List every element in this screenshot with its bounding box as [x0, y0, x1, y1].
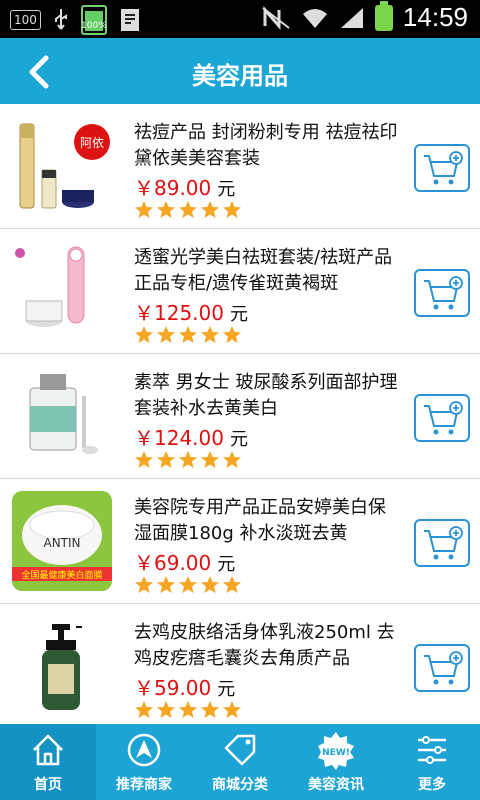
usb-icon	[54, 9, 67, 30]
product-thumbnail: 阿依	[19, 123, 110, 209]
star-icon	[201, 576, 219, 593]
bottom-tab-bar: 首页 推荐商家 商城分类 NEW! 美容资讯 更多	[0, 724, 480, 800]
star-icon	[223, 701, 241, 718]
product-row[interactable]: ANTIN 全国最健康美白面膜 美容院专用产品正品安婷美白保湿面膜180g 补水…	[0, 479, 480, 604]
star-icon	[135, 451, 153, 468]
product-thumbnail	[15, 246, 85, 327]
product-price: ￥89.00 元	[134, 176, 236, 200]
add-to-cart-button[interactable]	[414, 644, 470, 692]
product-row[interactable]: 阿依 祛痘产品 封闭粉刺专用 祛痘祛印 黛依美美容套装 ￥89.00 元	[0, 104, 480, 229]
product-price: ￥59.00 元	[134, 676, 236, 700]
battery-percent-box: 100	[10, 10, 41, 30]
product-list: 阿依 祛痘产品 封闭粉刺专用 祛痘祛印 黛依美美容套装 ￥89.00 元 透蜜光学…	[0, 104, 480, 729]
star-icon	[135, 201, 153, 218]
star-icon	[201, 201, 219, 218]
sale-tag-icon	[224, 734, 256, 766]
wifi-icon	[302, 8, 327, 28]
product-thumbnail	[42, 624, 82, 710]
brand-logo-text: ANTIN	[43, 536, 80, 550]
star-icon	[223, 201, 241, 218]
product-row[interactable]: 透蜜光学美白祛斑套装/祛斑产品正品专柜/遗传雀斑黄褐斑 ￥125.00 元	[0, 229, 480, 354]
new-badge-icon: NEW!	[318, 732, 354, 770]
add-to-cart-button[interactable]	[414, 394, 470, 442]
star-icon	[157, 576, 175, 593]
tab-beauty-news[interactable]: NEW! 美容资讯	[288, 724, 384, 800]
star-icon	[135, 701, 153, 718]
cart-add-icon	[424, 526, 463, 560]
cart-add-icon	[424, 401, 463, 435]
star-icon	[179, 451, 197, 468]
rating-stars	[134, 700, 242, 720]
clock: 14:59	[402, 2, 468, 32]
product-price: ￥69.00 元	[134, 551, 236, 575]
cart-add-icon	[424, 151, 463, 185]
star-icon	[157, 326, 175, 343]
signal-icon	[340, 7, 363, 28]
star-icon	[223, 451, 241, 468]
banner-text: 全国最健康美白面膜	[21, 569, 102, 581]
product-row[interactable]: 去鸡皮肤络活身体乳液250ml 去鸡皮疙瘩毛囊炎去角质产品 ￥59.00 元	[0, 604, 480, 729]
svg-text:NEW!: NEW!	[322, 748, 350, 758]
star-icon	[157, 201, 175, 218]
rating-stars	[134, 325, 242, 345]
rating-stars	[134, 575, 242, 595]
star-icon	[179, 701, 197, 718]
product-thumbnail: ANTIN 全国最健康美白面膜	[12, 491, 112, 591]
app-bar: 美容用品	[0, 38, 480, 104]
tab-more[interactable]: 更多	[384, 724, 480, 800]
status-bar: 100 100% 14:59	[0, 0, 480, 38]
product-name: 素萃 男女士 玻尿酸系列面部护理套装补水去黄美白	[134, 372, 398, 419]
star-icon	[135, 326, 153, 343]
add-to-cart-button[interactable]	[414, 144, 470, 192]
star-icon	[179, 576, 197, 593]
product-name: 透蜜光学美白祛斑套装/祛斑产品正品专柜/遗传雀斑黄褐斑	[134, 247, 393, 294]
page-title: 美容用品	[192, 62, 288, 90]
star-icon	[179, 326, 197, 343]
star-icon	[157, 701, 175, 718]
product-price: ￥125.00 元	[134, 301, 248, 325]
star-icon	[201, 326, 219, 343]
product-price: ￥124.00 元	[134, 426, 248, 450]
star-icon	[223, 326, 241, 343]
tab-mall-categories[interactable]: 商城分类	[192, 724, 288, 800]
star-icon	[201, 451, 219, 468]
sliders-icon	[418, 736, 446, 764]
rating-stars	[134, 200, 242, 220]
battery-charging-icon: 100%	[80, 5, 107, 35]
rating-stars	[134, 450, 242, 470]
star-icon	[157, 451, 175, 468]
cart-add-icon	[424, 276, 463, 310]
product-name: 祛痘产品 封闭粉刺专用 祛痘祛印 黛依美美容套装	[134, 122, 398, 169]
star-icon	[135, 576, 153, 593]
product-name: 美容院专用产品正品安婷美白保湿面膜180g 补水淡斑去黄	[134, 497, 386, 544]
battery-icon	[374, 0, 393, 31]
cart-add-icon	[424, 651, 463, 685]
add-to-cart-button[interactable]	[414, 269, 470, 317]
navigation-arrow-icon	[127, 733, 161, 767]
tab-home[interactable]: 首页	[0, 724, 96, 800]
no-sim-icon	[262, 5, 290, 30]
brand-logo-text: 阿依	[80, 135, 104, 150]
add-to-cart-button[interactable]	[414, 519, 470, 567]
star-icon	[223, 576, 241, 593]
notification-doc-icon	[120, 9, 139, 31]
home-icon	[33, 734, 63, 766]
star-icon	[179, 201, 197, 218]
star-icon	[201, 701, 219, 718]
product-thumbnail	[29, 374, 98, 454]
product-row[interactable]: 素萃 男女士 玻尿酸系列面部护理套装补水去黄美白 ￥124.00 元	[0, 354, 480, 479]
tab-recommended-merchants[interactable]: 推荐商家	[96, 724, 192, 800]
product-name: 去鸡皮肤络活身体乳液250ml 去鸡皮疙瘩毛囊炎去角质产品	[134, 622, 395, 669]
